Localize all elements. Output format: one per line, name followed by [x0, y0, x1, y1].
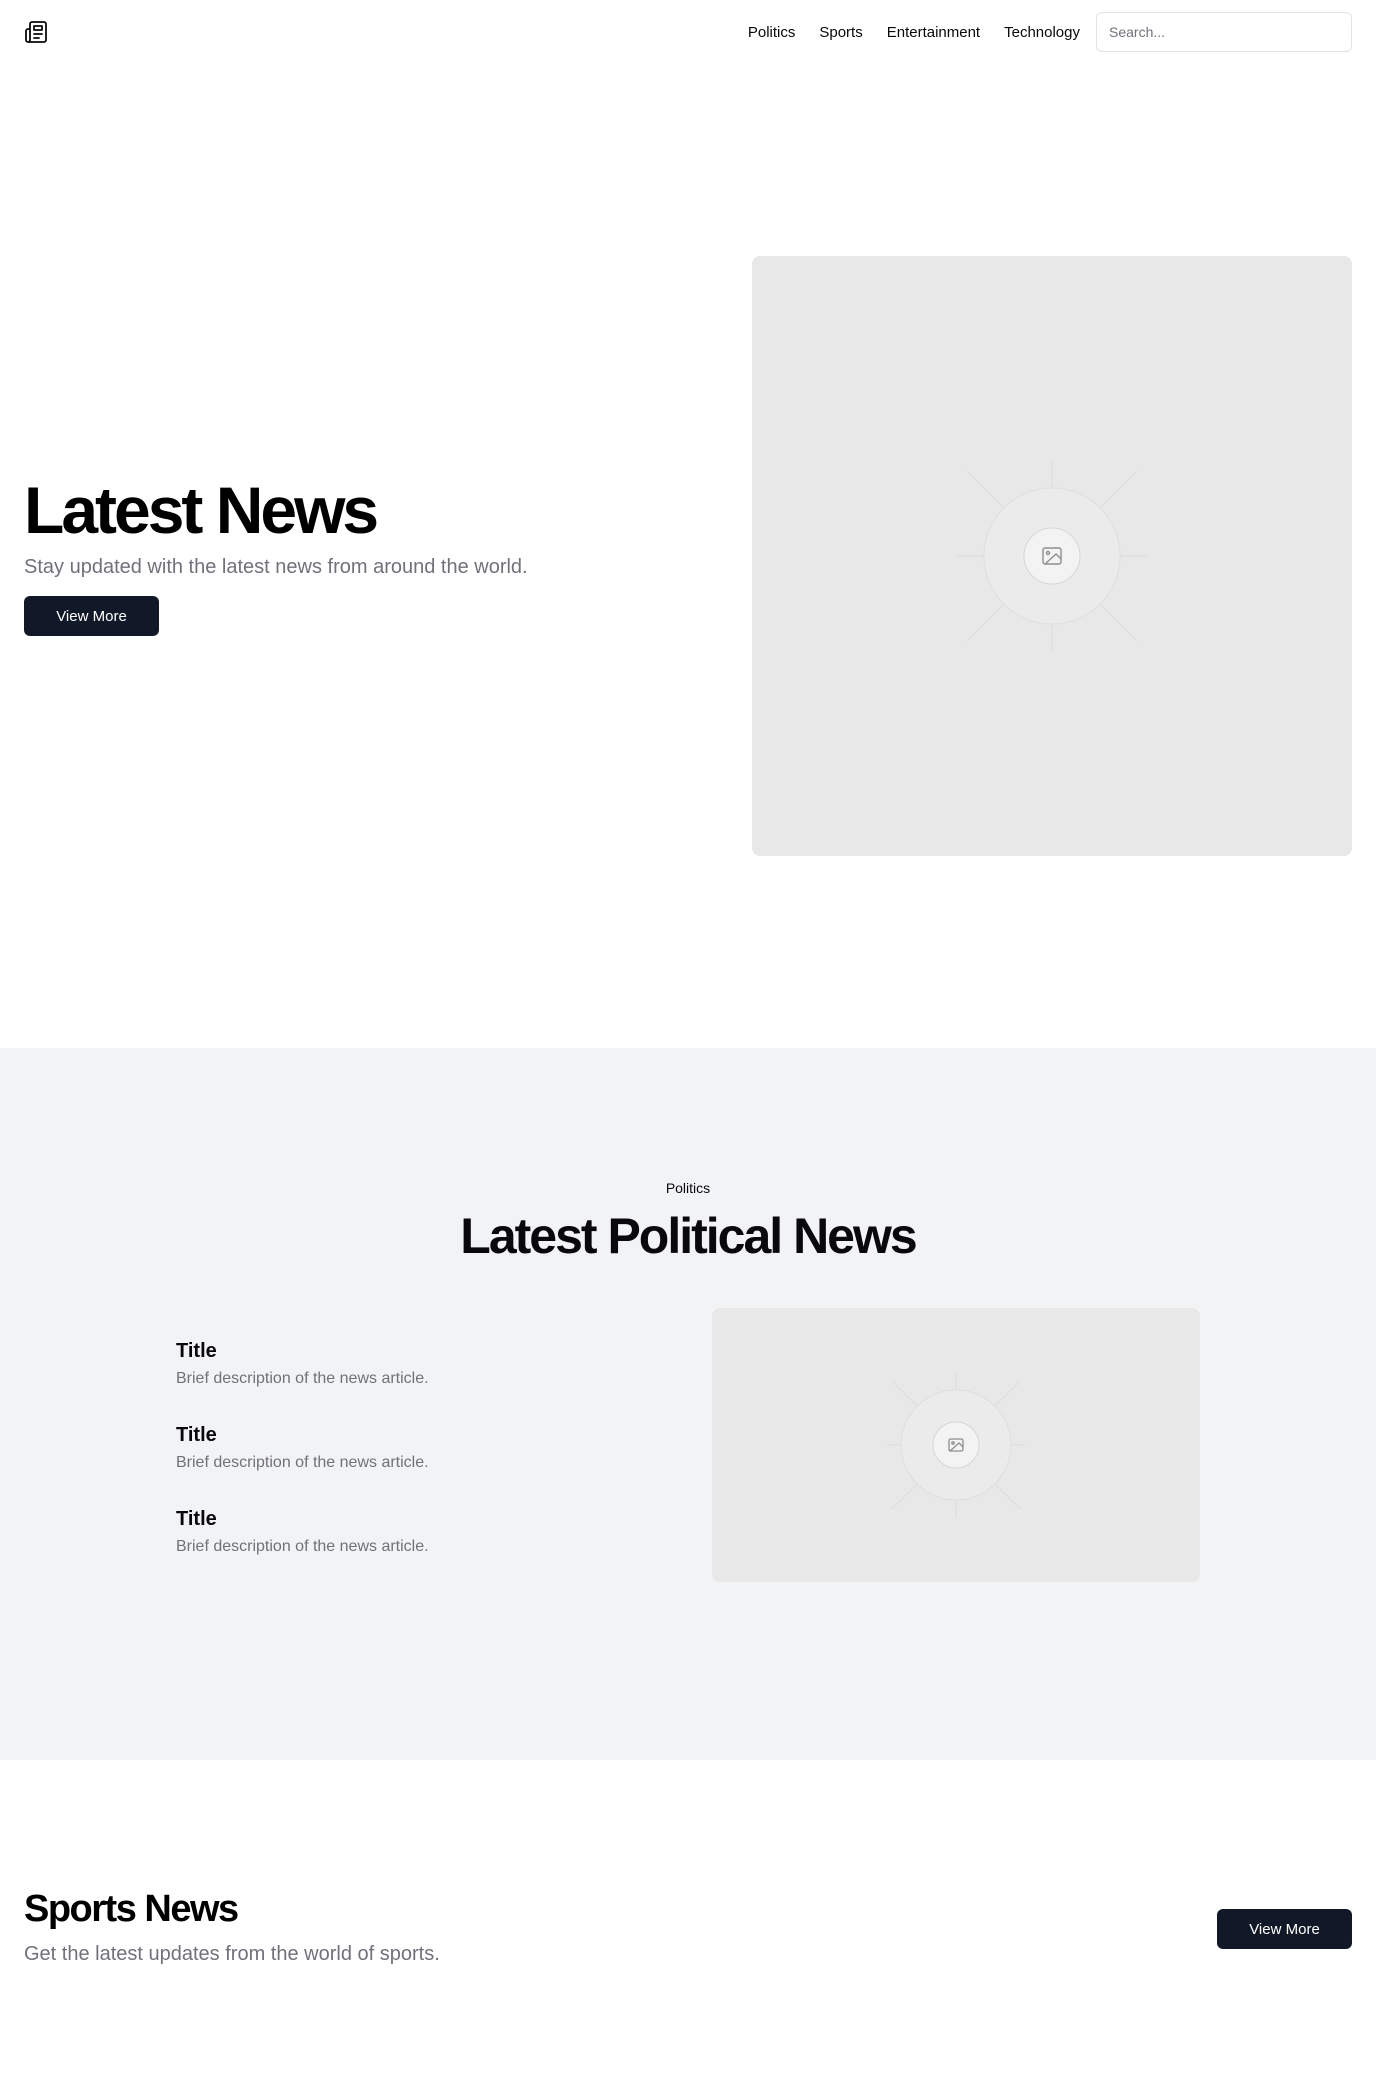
article-title[interactable]: Title: [176, 1422, 656, 1448]
nav-link-politics[interactable]: Politics: [748, 24, 796, 41]
article-description: Brief description of the news article.: [176, 1454, 429, 1471]
image-placeholder-icon: [957, 461, 1147, 651]
nav-link-entertainment[interactable]: Entertainment: [887, 24, 980, 41]
nav-link-sports[interactable]: Sports: [819, 24, 862, 41]
search-input[interactable]: [1096, 12, 1352, 52]
article-item[interactable]: Title Brief description of the news arti…: [176, 1338, 656, 1390]
main-nav: Politics Sports Entertainment Technology: [748, 12, 1352, 52]
politics-image-placeholder: [712, 1308, 1200, 1582]
sports-text: Sports News Get the latest updates from …: [24, 1886, 824, 1968]
hero-text: Latest News Stay updated with the latest…: [24, 470, 724, 636]
section-title: Latest Political News: [460, 1208, 917, 1264]
section-eyebrow: Politics: [665, 1180, 711, 1196]
image-placeholder-icon: [886, 1372, 1026, 1518]
article-item[interactable]: Title Brief description of the news arti…: [176, 1506, 656, 1558]
site-header: Politics Sports Entertainment Technology: [0, 0, 1376, 64]
article-item[interactable]: Title Brief description of the news arti…: [176, 1422, 656, 1474]
sports-view-more-button[interactable]: View More: [1217, 1909, 1352, 1949]
politics-section: Politics Latest Political News Title Bri…: [0, 1048, 1376, 1760]
article-description: Brief description of the news article.: [176, 1538, 429, 1555]
hero-view-more-button[interactable]: View More: [24, 596, 159, 636]
hero-title: Latest News: [24, 473, 379, 547]
article-description: Brief description of the news article.: [176, 1370, 429, 1387]
article-title[interactable]: Title: [176, 1506, 656, 1532]
sports-title: Sports News: [24, 1888, 239, 1930]
hero-image-placeholder: [752, 256, 1352, 856]
article-list: Title Brief description of the news arti…: [176, 1338, 656, 1590]
hero-subtitle: Stay updated with the latest news from a…: [24, 556, 528, 578]
nav-link-technology[interactable]: Technology: [1004, 24, 1080, 41]
newspaper-icon[interactable]: [24, 20, 48, 44]
article-title[interactable]: Title: [176, 1338, 656, 1364]
sports-subtitle: Get the latest updates from the world of…: [24, 1943, 440, 1965]
